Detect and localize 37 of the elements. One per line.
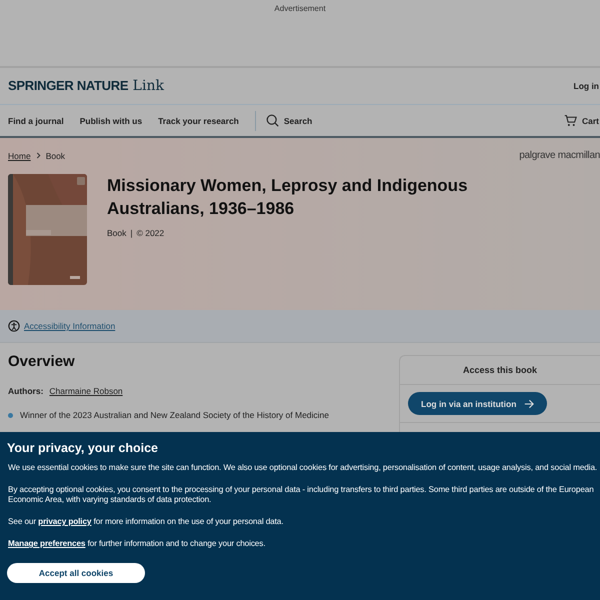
cookie-paragraph: We use essential cookies to make sure the site can function. We also use optional cookies for advertising, personalisation of content, usage analysis, and social media. — [8, 463, 598, 473]
separator: | — [130, 228, 133, 238]
accept-cookies-button[interactable]: Accept all cookies — [7, 563, 145, 583]
copyright-year: © 2022 — [136, 228, 164, 238]
bullet-text: Winner of the 2023 Australian and New Zealand Society of the History of Medicine — [20, 410, 330, 420]
cart-link[interactable]: Cart — [564, 114, 599, 127]
accessibility-icon — [8, 320, 20, 332]
login-link[interactable]: Log in — [574, 81, 599, 91]
cookie-text: for further information and to change your choices. — [88, 539, 266, 548]
arrow-icon — [524, 398, 534, 408]
institution-login-button[interactable]: Log in via an institution — [408, 392, 548, 415]
cookie-text: for more information on the use of your personal data. — [94, 517, 284, 526]
cookie-paragraph: By accepting optional cookies, you consent to the processing of your personal data - including transfers to third parties. Some third parties are outside of the European Economic Area, with varying standards of data protection. — [8, 485, 595, 505]
author-link[interactable]: Charmaine Robson — [49, 386, 123, 396]
bullet-icon — [8, 412, 13, 418]
breadcrumb-link[interactable]: Home — [8, 150, 31, 160]
chevron-icon — [36, 152, 41, 159]
publisher-logo: palgrave macmillan — [519, 150, 600, 161]
nav-link[interactable]: Publish with us — [80, 116, 142, 126]
nav-link[interactable]: Track your research — [158, 116, 239, 126]
cookie-title: Your privacy, your choice — [7, 441, 159, 455]
breadcrumb-current: Book — [46, 150, 66, 160]
accessibility-link[interactable]: Accessibility Information — [24, 321, 116, 331]
cookie-text: See our — [8, 517, 36, 526]
panel-heading: Access this book — [400, 356, 600, 385]
manage-preferences-link[interactable]: Manage preferences — [8, 539, 86, 548]
search-link[interactable]: Search — [266, 114, 312, 127]
nav-link[interactable]: Find a journal — [8, 116, 64, 126]
privacy-policy-link[interactable]: privacy policy — [38, 517, 92, 526]
authors-label: Authors: — [8, 386, 44, 396]
cart-icon — [564, 114, 577, 127]
book-type: Book — [107, 228, 126, 238]
book-title: Missionary Women, Leprosy and Indigenous Australians, 1936–1986 — [107, 175, 469, 220]
site-logo[interactable]: SPRINGER NATURE Link — [8, 77, 164, 95]
advertisement-label: Advertisement — [274, 4, 326, 13]
overview-heading: Overview — [8, 353, 76, 370]
search-icon — [266, 114, 279, 127]
